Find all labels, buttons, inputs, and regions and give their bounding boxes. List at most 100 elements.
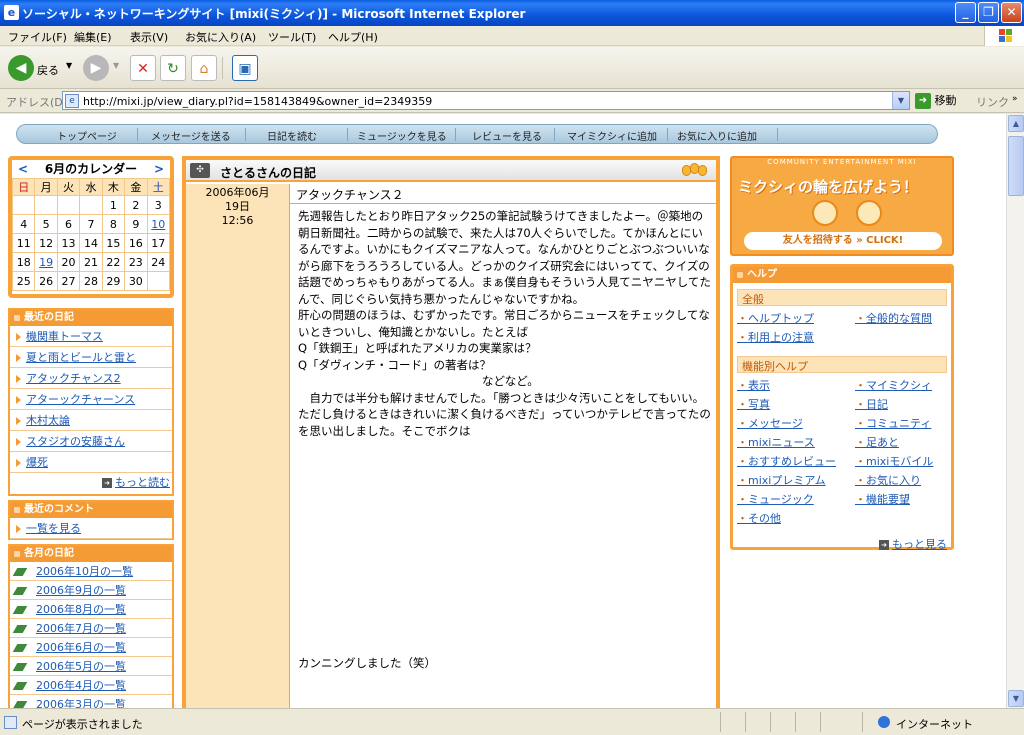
recent-diary-item[interactable]: アターックチャーンス <box>10 389 172 410</box>
help-feature-link[interactable]: 表示 <box>737 377 770 393</box>
invite-banner[interactable]: COMMUNITY ENTERTAINMENT MIXI ミクシィの輪を広げよう… <box>730 156 954 256</box>
calendar: < 6月のカレンダー > 日 月 火 水 木 金 土 1 2 3 4 5 6 7 8 9 10 11… <box>8 156 174 298</box>
nav-read-diary[interactable]: 日記を読む <box>267 128 317 143</box>
help-feature-link[interactable]: mixiモバイル <box>855 453 933 469</box>
go-button[interactable]: ➜ 移動 <box>915 92 957 109</box>
links-label[interactable]: リンク <box>976 94 1009 110</box>
diary-time: 12:56 <box>221 214 254 227</box>
calendar-prev-button[interactable]: < <box>18 160 28 178</box>
monthly-diary-item[interactable]: 2006年10月の一覧 <box>10 562 172 581</box>
monthly-diary-link[interactable]: 2006年8月の一覧 <box>36 603 126 616</box>
help-link[interactable]: 利用上の注意 <box>737 329 814 345</box>
more-read-label[interactable]: もっと読む <box>115 476 170 489</box>
nav-add-mymixi[interactable]: マイミクシィに追加 <box>567 128 657 143</box>
invite-friend-button[interactable]: 友人を招待する » CLICK! <box>744 232 942 250</box>
address-dropdown-icon[interactable]: ▼ <box>892 92 909 109</box>
help-more-link[interactable]: ➜ もっと見る <box>733 535 951 555</box>
calendar-next-button[interactable]: > <box>154 160 164 178</box>
help-feature-link[interactable]: mixiプレミアム <box>737 472 826 488</box>
maximize-button[interactable]: ❐ <box>978 2 999 23</box>
monthly-diary-item[interactable]: 2006年3月の一覧 <box>10 695 172 708</box>
calendar-day[interactable]: 10 <box>146 214 171 234</box>
recent-diary-link[interactable]: 夏と雨とビールと雷と <box>26 351 136 364</box>
recent-diary-link[interactable]: アタックチャンス2 <box>26 372 121 385</box>
minimize-button[interactable]: _ <box>955 2 976 23</box>
home-icon[interactable]: ⌂ <box>191 55 217 81</box>
monthly-diary-item[interactable]: 2006年4月の一覧 <box>10 676 172 695</box>
recent-diary-item[interactable]: 爆死 <box>10 452 172 473</box>
help-more-label[interactable]: もっと見る <box>892 538 947 551</box>
recent-diary-link[interactable]: 爆死 <box>26 456 48 469</box>
monthly-diary-link[interactable]: 2006年5月の一覧 <box>36 660 126 673</box>
recent-diary-link[interactable]: スタジオの安藤さん <box>26 435 125 448</box>
help-feature-link[interactable]: 写真 <box>737 396 770 412</box>
monthly-diary-link[interactable]: 2006年9月の一覧 <box>36 584 126 597</box>
nav-add-favorite[interactable]: お気に入りに追加 <box>677 128 757 143</box>
recent-diary-link[interactable]: 木村太論 <box>26 414 70 427</box>
address-url[interactable]: http://mixi.jp/view_diary.pl?id=15814384… <box>83 95 432 108</box>
monthly-diary-link[interactable]: 2006年4月の一覧 <box>36 679 126 692</box>
menu-edit[interactable]: 編集(E) <box>74 29 112 45</box>
links-chevron-icon[interactable]: » <box>1012 94 1018 104</box>
nav-top-page[interactable]: トップページ <box>57 128 117 143</box>
back-icon[interactable]: ◀ <box>8 55 34 81</box>
help-feature-link[interactable]: 機能要望 <box>855 491 910 507</box>
monthly-diary-item[interactable]: 2006年6月の一覧 <box>10 638 172 657</box>
recent-diary-item[interactable]: 夏と雨とビールと雷と <box>10 347 172 368</box>
help-feature-link[interactable]: mixiニュース <box>737 434 815 450</box>
address-input[interactable]: e http://mixi.jp/view_diary.pl?id=158143… <box>62 91 910 110</box>
monthly-diary-item[interactable]: 2006年8月の一覧 <box>10 600 172 619</box>
help-feature-link[interactable]: おすすめレビュー <box>737 453 836 469</box>
nav-send-message[interactable]: メッセージを送る <box>151 128 231 143</box>
nav-view-music[interactable]: ミュージックを見る <box>357 128 447 143</box>
help-link[interactable]: 全般的な質問 <box>855 310 932 326</box>
calendar-day[interactable]: 19 <box>34 252 58 272</box>
close-button[interactable]: ✕ <box>1001 2 1022 23</box>
menu-help[interactable]: ヘルプ(H) <box>328 29 378 45</box>
recent-diary-link[interactable]: アターックチャーンス <box>26 393 135 406</box>
stop-icon[interactable]: ✕ <box>130 55 156 81</box>
monthly-diary-link[interactable]: 2006年10月の一覧 <box>36 565 133 578</box>
help-feature-link[interactable]: メッセージ <box>737 415 803 431</box>
monthly-diary-item[interactable]: 2006年5月の一覧 <box>10 657 172 676</box>
help-feature-link[interactable]: お気に入り <box>855 472 921 488</box>
scroll-thumb[interactable] <box>1008 136 1024 196</box>
scroll-down-icon[interactable]: ▼ <box>1008 690 1024 707</box>
monthly-diary-item[interactable]: 2006年9月の一覧 <box>10 581 172 600</box>
forward-icon[interactable]: ▶ <box>83 55 109 81</box>
view-comments-link[interactable]: 一覧を見る <box>26 522 81 535</box>
calendar-day: 18 <box>11 252 36 272</box>
recent-diary-item[interactable]: アタックチャンス2 <box>10 368 172 389</box>
back-label[interactable]: 戻る <box>37 62 59 78</box>
recent-diary-item[interactable]: 機関車トーマス <box>10 326 172 347</box>
menu-favorites[interactable]: お気に入り(A) <box>185 29 256 45</box>
more-read-link[interactable]: ➜ もっと読む <box>10 473 172 493</box>
monthly-diary-link[interactable]: 2006年3月の一覧 <box>36 698 126 708</box>
vertical-scrollbar[interactable]: ▲ ▼ <box>1006 114 1024 708</box>
nav-view-reviews[interactable]: レビューを見る <box>472 128 542 143</box>
recent-diary-item[interactable]: 木村太論 <box>10 410 172 431</box>
help-feature-link[interactable]: コミュニティ <box>855 415 931 431</box>
mascot-icon <box>856 200 882 226</box>
help-feature-link[interactable]: ミュージック <box>737 491 814 507</box>
monthly-diary-link[interactable]: 2006年6月の一覧 <box>36 641 126 654</box>
menu-tools[interactable]: ツール(T) <box>268 29 316 45</box>
forward-dropdown-icon[interactable]: ▼ <box>113 61 119 70</box>
back-dropdown-icon[interactable]: ▼ <box>66 61 72 70</box>
refresh-icon[interactable]: ↻ <box>160 55 186 81</box>
help-feature-link[interactable]: その他 <box>737 510 781 526</box>
menu-bar: ファイル(F) 編集(E) 表示(V) お気に入り(A) ツール(T) ヘルプ(… <box>0 26 1024 46</box>
recent-diary-link[interactable]: 機関車トーマス <box>26 330 103 343</box>
menu-view[interactable]: 表示(V) <box>130 29 168 45</box>
monthly-diary-list: 2006年10月の一覧 2006年9月の一覧 2006年8月の一覧 2006年7月の一… <box>10 562 172 708</box>
media-icon[interactable]: ▣ <box>232 55 258 81</box>
help-feature-link[interactable]: マイミクシィ <box>855 377 932 393</box>
recent-diary-item[interactable]: スタジオの安藤さん <box>10 431 172 452</box>
help-link[interactable]: ヘルプトップ <box>737 310 814 326</box>
menu-file[interactable]: ファイル(F) <box>8 29 67 45</box>
monthly-diary-item[interactable]: 2006年7月の一覧 <box>10 619 172 638</box>
help-feature-link[interactable]: 足あと <box>855 434 899 450</box>
help-feature-link[interactable]: 日記 <box>855 396 888 412</box>
scroll-up-icon[interactable]: ▲ <box>1008 115 1024 132</box>
monthly-diary-link[interactable]: 2006年7月の一覧 <box>36 622 126 635</box>
